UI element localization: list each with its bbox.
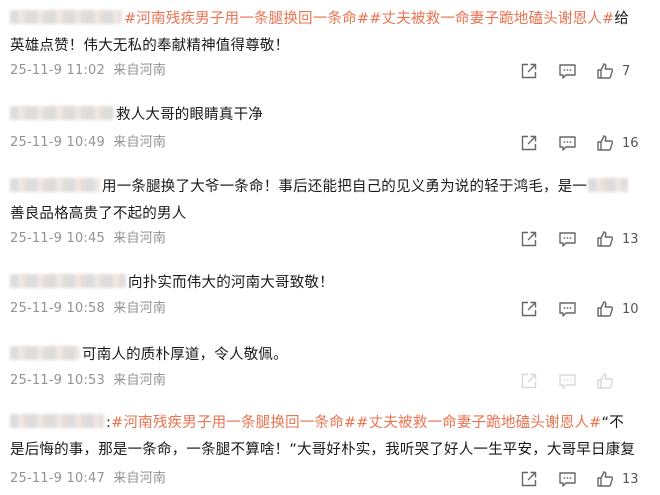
reply-button[interactable] xyxy=(558,131,577,155)
share-button[interactable] xyxy=(520,369,538,393)
topic-tag[interactable]: #丈夫被救一命妻子跪地磕头谢恩人# xyxy=(356,415,601,431)
comment-meta: 25-11-9 11:02 来自河南 xyxy=(10,61,170,81)
like-count: 7 xyxy=(622,63,631,79)
share-button[interactable] xyxy=(520,297,538,321)
thumbs-up-icon xyxy=(597,373,614,389)
comment-location: 来自河南 xyxy=(113,231,167,246)
comment-actions: 13 xyxy=(520,227,660,251)
topic-tag[interactable]: #河南残疾男子用一条腿换回一条命# xyxy=(111,415,356,431)
comment-time: 25-11-9 10:49 xyxy=(10,135,105,150)
share-button[interactable] xyxy=(520,467,538,491)
thumbs-up-icon xyxy=(597,471,614,487)
like-button[interactable]: 16 xyxy=(596,131,639,155)
share-icon xyxy=(521,63,537,79)
blurred-username xyxy=(10,10,122,24)
comment-actions: 13 xyxy=(520,467,660,491)
comment-meta: 25-11-9 10:53 来自河南 xyxy=(10,371,170,391)
like-button[interactable]: 13 xyxy=(596,227,639,251)
like-button[interactable] xyxy=(596,369,622,393)
comment-actions: 7 xyxy=(520,59,660,83)
comment-meta: 25-11-9 10:45 来自河南 xyxy=(10,229,170,249)
comment-location: 来自河南 xyxy=(113,63,167,78)
like-button[interactable]: 13 xyxy=(596,467,639,491)
comment-icon xyxy=(559,472,576,487)
thumbs-up-icon xyxy=(597,301,614,317)
comment-time: 25-11-9 10:45 xyxy=(10,231,105,246)
share-icon xyxy=(521,471,537,487)
reply-button[interactable] xyxy=(558,369,577,393)
comment-icon xyxy=(559,64,576,79)
like-count: 16 xyxy=(622,135,639,151)
comment-location: 来自河南 xyxy=(113,373,167,388)
comment-actions: 10 xyxy=(520,297,660,321)
comment-text: :#河南残疾男子用一条腿换回一条命##丈夫被救一命妻子跪地磕头谢恩人#“不 是后… xyxy=(10,414,636,458)
thumbs-up-icon xyxy=(597,231,614,247)
share-icon xyxy=(521,135,537,151)
blurred-username xyxy=(10,346,80,360)
comment-text: 向扑实而伟大的河南大哥致敬！ xyxy=(10,270,648,297)
thumbs-up-icon xyxy=(597,63,614,79)
blurred-username xyxy=(10,178,100,192)
comment-location: 来自河南 xyxy=(113,135,167,150)
comment-location: 来自河南 xyxy=(113,301,167,316)
blurred-text xyxy=(588,178,629,192)
blurred-username xyxy=(10,106,114,120)
share-icon xyxy=(521,373,537,389)
topic-tag[interactable]: #河南残疾男子用一条腿换回一条命# xyxy=(124,11,369,27)
comment-feed: #河南残疾男子用一条腿换回一条命##丈夫被救一命妻子跪地磕头谢恩人#给 英雄点赞… xyxy=(0,0,660,495)
comment-text: #河南残疾男子用一条腿换回一条命##丈夫被救一命妻子跪地磕头谢恩人#给 英雄点赞… xyxy=(10,10,630,54)
share-icon xyxy=(521,301,537,317)
comment-meta: 25-11-9 10:58 来自河南 xyxy=(10,299,170,319)
reply-button[interactable] xyxy=(558,297,577,321)
like-button[interactable]: 10 xyxy=(596,297,639,321)
comment-icon xyxy=(559,232,576,247)
share-button[interactable] xyxy=(520,131,538,155)
like-count: 10 xyxy=(622,301,639,317)
reply-button[interactable] xyxy=(558,467,577,491)
comment-text: 用一条腿换了大爷一条命！事后还能把自己的见义勇为说的轻于鸿毛，是一 善良品格高贵… xyxy=(10,174,648,228)
share-button[interactable] xyxy=(520,227,538,251)
comment-time: 25-11-9 10:47 xyxy=(10,471,105,486)
comment-location: 来自河南 xyxy=(113,471,167,486)
reply-button[interactable] xyxy=(558,227,577,251)
reply-button[interactable] xyxy=(558,59,577,83)
share-icon xyxy=(521,231,537,247)
comment-icon xyxy=(559,136,576,151)
blurred-username xyxy=(10,274,126,288)
like-count: 13 xyxy=(622,231,639,247)
comment-time: 25-11-9 10:58 xyxy=(10,301,105,316)
comment-actions: 16 xyxy=(520,131,660,155)
comment-time: 25-11-9 10:53 xyxy=(10,373,105,388)
like-count: 13 xyxy=(622,471,639,487)
like-button[interactable]: 7 xyxy=(596,59,630,83)
topic-tag[interactable]: #丈夫被救一命妻子跪地磕头谢恩人# xyxy=(369,11,614,27)
share-button[interactable] xyxy=(520,59,538,83)
comment-meta: 25-11-9 10:49 来自河南 xyxy=(10,133,170,153)
comment-time: 25-11-9 11:02 xyxy=(10,63,105,78)
blurred-username xyxy=(10,414,104,428)
comment-text: 救人大哥的眼睛真干净 xyxy=(10,102,648,129)
thumbs-up-icon xyxy=(597,135,614,151)
comment-icon xyxy=(559,302,576,317)
comment-actions xyxy=(520,369,660,393)
comment-text: 可南人的质朴厚道，令人敬佩。 xyxy=(10,342,648,369)
comment-icon xyxy=(559,374,576,389)
comment-meta: 25-11-9 10:47 来自河南 xyxy=(10,469,170,489)
